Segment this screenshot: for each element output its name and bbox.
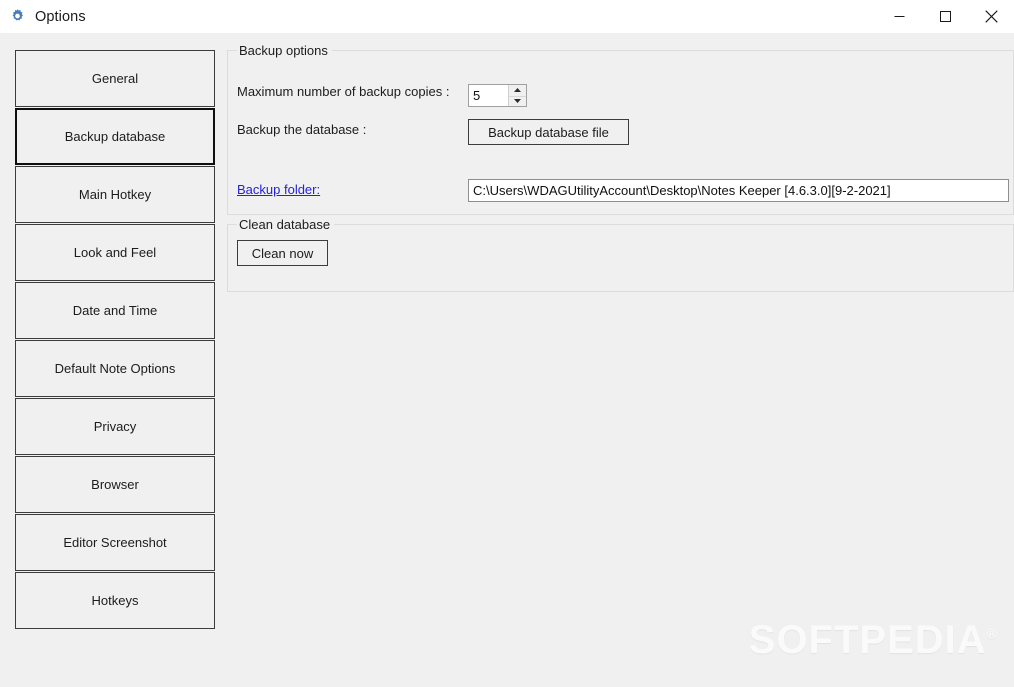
backup-folder-link-wrap: Backup folder: [237,182,320,197]
sidebar-item-label: Privacy [93,419,137,434]
backup-options-group: Backup options Maximum number of backup … [227,43,1014,215]
max-copies-row: Maximum number of backup copies : [237,84,449,99]
maximize-button[interactable] [922,0,968,33]
sidebar-item-label: Look and Feel [73,245,157,260]
clean-database-group: Clean database Clean now [227,217,1014,292]
spinner-up-icon[interactable] [509,85,526,96]
backup-database-file-button[interactable]: Backup database file [468,119,629,145]
gear-icon [9,8,26,25]
sidebar-item-default-note-options[interactable]: Default Note Options [15,340,215,397]
backup-folder-field-wrap: C:\Users\WDAGUtilityAccount\Desktop\Note… [468,179,1009,202]
sidebar-item-privacy[interactable]: Privacy [15,398,215,455]
watermark-registered-mark: ® [986,625,998,642]
clean-now-button[interactable]: Clean now [237,240,328,266]
sidebar-item-browser[interactable]: Browser [15,456,215,513]
backup-database-button-wrap: Backup database file [468,119,629,145]
backup-database-label: Backup the database : [237,122,367,137]
backup-options-group-title: Backup options [237,43,332,58]
window-title: Options [35,8,86,25]
close-button[interactable] [968,0,1014,33]
backup-database-row: Backup the database : [237,122,366,137]
sidebar-item-label: Backup database [64,129,166,144]
titlebar-left-group: Options [0,8,86,25]
clean-database-group-title: Clean database [237,217,335,232]
sidebar-item-main-hotkey[interactable]: Main Hotkey [15,166,215,223]
sidebar-item-hotkeys[interactable]: Hotkeys [15,572,215,629]
sidebar-item-label: Hotkeys [91,593,139,608]
max-copies-spinner[interactable]: 5 [468,84,527,107]
spinner-down-icon[interactable] [509,95,526,106]
max-copies-value[interactable]: 5 [469,85,508,106]
max-copies-stepper[interactable]: 5 [468,84,527,107]
softpedia-watermark: SOFTPEDIA® [749,618,998,663]
sidebar-item-label: Browser [91,477,139,492]
window-titlebar: Options [0,0,1014,33]
max-copies-label: Maximum number of backup copies : [237,84,450,99]
spinner-arrows [508,85,526,106]
sidebar-item-look-and-feel[interactable]: Look and Feel [15,224,215,281]
minimize-button[interactable] [876,0,922,33]
watermark-text: SOFTPEDIA [748,618,987,662]
sidebar-item-label: Date and Time [72,303,158,318]
sidebar-item-date-and-time[interactable]: Date and Time [15,282,215,339]
backup-folder-path-input[interactable]: C:\Users\WDAGUtilityAccount\Desktop\Note… [468,179,1009,202]
sidebar-item-label: Main Hotkey [78,187,152,202]
sidebar-item-backup-database[interactable]: Backup database [15,108,215,165]
sidebar-item-label: Editor Screenshot [63,535,167,550]
sidebar-item-editor-screenshot[interactable]: Editor Screenshot [15,514,215,571]
backup-folder-link[interactable]: Backup folder: [237,182,320,197]
options-category-sidebar: General Backup database Main Hotkey Look… [15,50,215,629]
options-content-panel: Backup options Maximum number of backup … [227,43,1014,292]
sidebar-item-general[interactable]: General [15,50,215,107]
sidebar-item-label: General [91,71,139,86]
sidebar-item-label: Default Note Options [54,361,176,376]
window-controls [876,0,1014,33]
clean-now-button-wrap: Clean now [237,240,328,266]
